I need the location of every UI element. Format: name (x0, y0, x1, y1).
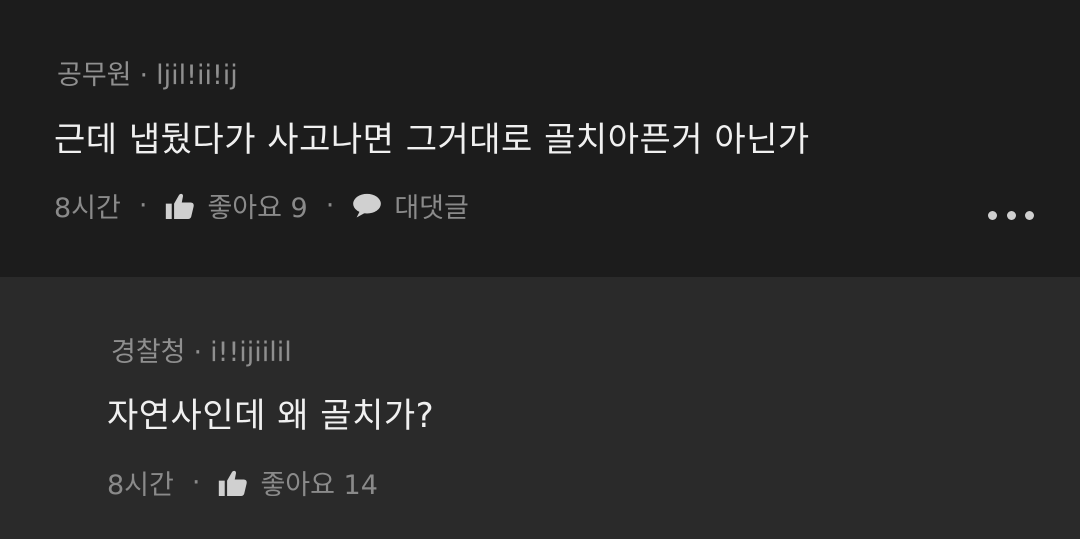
like-button[interactable]: 좋아요 14 (218, 463, 378, 502)
comment-time: 8시간 (54, 193, 121, 224)
author-title: 공무원 (57, 60, 132, 91)
reply-item: 경찰청 · i!!ijiilil 자연사인데 왜 골치가? 8시간 · 좋아요 14 (0, 277, 1080, 539)
speech-bubble-icon (353, 193, 382, 218)
reply-label: 대댓글 (394, 193, 469, 224)
author-nickname: ljil!ii!ij (156, 60, 238, 91)
meta-separator: · (325, 190, 335, 221)
thumbs-up-icon (219, 470, 248, 496)
like-count: 좋아요 14 (260, 470, 378, 501)
comment-actions: 8시간 · 좋아요 9 · 대댓글 (54, 186, 469, 225)
reply-button[interactable]: 대댓글 (352, 186, 469, 225)
comment-actions: 8시간 · 좋아요 14 (107, 463, 378, 502)
meta-separator: · (191, 467, 201, 498)
more-dots-icon[interactable] (988, 203, 1034, 227)
author-title: 경찰청 (111, 337, 186, 368)
like-button[interactable]: 좋아요 9 (165, 186, 308, 225)
comment-author[interactable]: 경찰청 · i!!ijiilil (111, 330, 292, 369)
thumbs-up-icon (166, 193, 195, 219)
meta-separator: · (138, 190, 148, 221)
comment-time: 8시간 (107, 470, 174, 501)
author-nickname: i!!ijiilil (210, 337, 292, 368)
comment-text: 근데 냅뒀다가 사고나면 그거대로 골치아픈거 아닌가 (54, 120, 810, 160)
comment-item: 공무원 · ljil!ii!ij 근데 냅뒀다가 사고나면 그거대로 골치아픈거 아… (0, 0, 1080, 277)
meta-separator: · (193, 337, 203, 368)
comment-text: 자연사인데 왜 골치가? (107, 396, 435, 436)
comment-author[interactable]: 공무원 · ljil!ii!ij (57, 53, 238, 92)
meta-separator: · (139, 60, 149, 91)
like-count: 좋아요 9 (207, 193, 308, 224)
